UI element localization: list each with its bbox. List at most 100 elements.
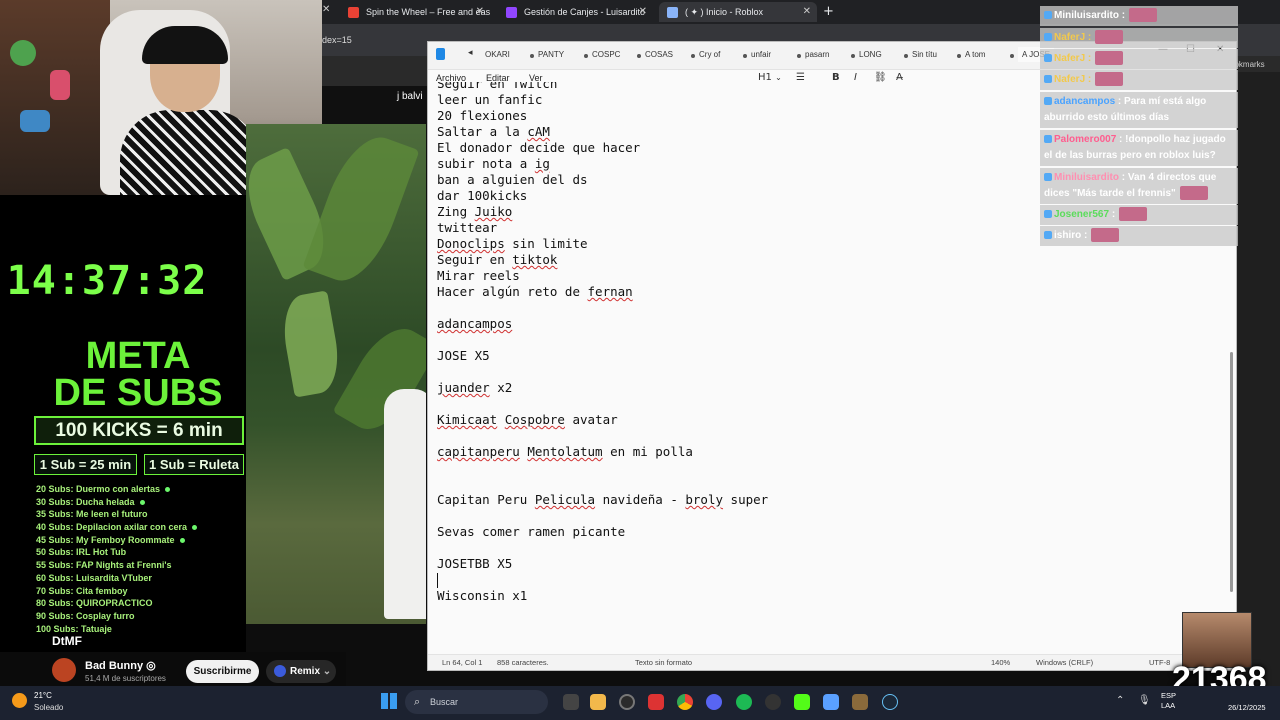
package-icon[interactable]: [852, 694, 868, 710]
text-line: Sevas comer ramen picante: [437, 524, 1227, 540]
app-icon[interactable]: [765, 694, 781, 710]
video-player[interactable]: [246, 124, 426, 624]
misspelled-word: capitanperu: [437, 444, 520, 459]
text-segment: JOSETBB X5: [437, 556, 513, 571]
line-ending[interactable]: Windows (CRLF): [1036, 658, 1093, 667]
new-tab-button[interactable]: +: [823, 4, 834, 19]
scroll-tabs-left-icon[interactable]: ◂: [468, 48, 473, 58]
misspelled-word: tiktok: [512, 252, 558, 267]
close-icon[interactable]: ✕: [639, 2, 647, 22]
sub-goal-text: 100 Subs: Tatuaje: [36, 623, 112, 634]
text-format[interactable]: Texto sin formato: [635, 658, 692, 667]
browser-tab-roblox[interactable]: ( ✦ ) Inicio - Roblox ✕: [659, 2, 817, 22]
toy-figure: [10, 40, 36, 66]
chat-username[interactable]: ishiro :: [1054, 230, 1087, 241]
channel-name[interactable]: Bad Bunny ◎: [85, 659, 156, 672]
misspelled-word: adancampos: [437, 316, 513, 331]
unsaved-dot-icon: [904, 54, 908, 58]
close-icon[interactable]: ✕: [803, 2, 811, 22]
text-line: juander x2: [437, 380, 1227, 396]
microphone-icon[interactable]: 🎙: [1138, 695, 1151, 706]
text-line: JOSE X5: [437, 348, 1227, 364]
notepad-tab[interactable]: PANTY: [538, 50, 564, 59]
notepad-tab[interactable]: unfair: [751, 50, 771, 59]
chat-username[interactable]: Miniluisardito :: [1054, 10, 1125, 21]
notepad-tab[interactable]: OKARI: [485, 50, 510, 59]
remix-label: Remix: [290, 666, 321, 677]
vertical-scrollbar[interactable]: [1230, 352, 1233, 592]
channel-subscriber-count: 51,4 M de suscriptores: [85, 674, 166, 683]
app-icon[interactable]: [648, 694, 664, 710]
browser-page-edge: [1237, 56, 1280, 686]
misspelled-word: broly: [685, 492, 724, 507]
notepad-icon[interactable]: [823, 694, 839, 710]
emote-icon: [1095, 72, 1124, 87]
sun-icon[interactable]: [12, 693, 27, 708]
chat-message: NaferJ :: [1040, 28, 1238, 48]
streamer: [120, 26, 260, 195]
windows-start-icon[interactable]: [381, 693, 397, 709]
obs-icon[interactable]: [619, 694, 635, 710]
encoding[interactable]: UTF-8: [1149, 658, 1170, 667]
language-code: ESP: [1161, 691, 1177, 700]
zoom-level[interactable]: 140%: [991, 658, 1010, 667]
spotify-icon[interactable]: [736, 694, 752, 710]
sub-goal-text: 45 Subs: My Femboy Roommate: [36, 534, 175, 545]
taskbar-search-placeholder[interactable]: Buscar: [430, 697, 458, 707]
weather-temperature[interactable]: 21°C: [34, 691, 52, 700]
goal-completed-icon: [139, 499, 145, 505]
discord-icon[interactable]: [706, 694, 722, 710]
url-text[interactable]: dex=15: [322, 35, 352, 45]
text-line: [437, 572, 1227, 588]
chrome-icon[interactable]: [677, 694, 693, 710]
language-indicator[interactable]: ESP LAA: [1161, 691, 1176, 711]
notepad-tab[interactable]: Cry of: [699, 50, 720, 59]
weather-condition[interactable]: Soleado: [34, 703, 63, 712]
chat-username[interactable]: NaferJ :: [1054, 32, 1091, 43]
steam-icon[interactable]: [882, 694, 898, 710]
windows-taskbar: [0, 686, 1280, 720]
chat-username[interactable]: Josener567: [1054, 209, 1109, 220]
chevron-up-icon[interactable]: ⌃: [1116, 695, 1124, 706]
chat-message: Josener567 :: [1040, 205, 1238, 225]
channel-avatar[interactable]: [52, 658, 76, 682]
task-view-icon[interactable]: [563, 694, 579, 710]
notepad-tab[interactable]: COSPC: [592, 50, 620, 59]
chat-username[interactable]: NaferJ :: [1054, 74, 1091, 85]
chat-username[interactable]: Palomero007: [1054, 134, 1116, 145]
file-explorer-icon[interactable]: [590, 694, 606, 710]
notepad-tab[interactable]: Sin títu: [912, 50, 937, 59]
subscribe-button[interactable]: Suscribirme: [186, 660, 259, 683]
text-line: [437, 364, 1227, 380]
taskbar-date[interactable]: 26/12/2025: [1228, 703, 1266, 712]
kick-favicon: [506, 7, 517, 18]
badge-icon: [1044, 210, 1052, 219]
misspelled-word: Donoclips: [437, 236, 505, 251]
text-segment: dar 100kicks: [437, 188, 528, 203]
chat-message: NaferJ :: [1040, 49, 1238, 69]
taskbar-search-box[interactable]: [405, 690, 548, 714]
notepad-tab[interactable]: COSAS: [645, 50, 673, 59]
notepad-tab[interactable]: A tom: [965, 50, 985, 59]
text-line: Wisconsin x1: [437, 588, 1227, 604]
banana-leaf: [277, 290, 345, 398]
emote-icon: [1091, 228, 1120, 243]
text-line: Hacer algún reto de fernan: [437, 284, 1227, 300]
close-icon[interactable]: ✕: [322, 4, 330, 15]
chat-username[interactable]: adancampos: [1054, 96, 1115, 107]
notepad-tab[interactable]: pasarn: [805, 50, 829, 59]
text-segment: Saltar a la: [437, 124, 528, 139]
sub-goal-text: 35 Subs: Me leen el futuro: [36, 509, 148, 520]
sub-goal-item: 55 Subs: FAP Nights at Frenni's: [36, 559, 246, 572]
chat-username[interactable]: NaferJ :: [1054, 53, 1091, 64]
toy-figure: [50, 70, 70, 100]
browser-tab-gestion-canjes[interactable]: Gestión de Canjes - Luisardito ✕: [498, 2, 653, 22]
notepad-tab[interactable]: LONG: [859, 50, 882, 59]
remix-button[interactable]: Remix ⌄: [266, 660, 336, 683]
close-icon[interactable]: ✕: [476, 2, 484, 22]
chat-username[interactable]: Miniluisardito: [1054, 172, 1119, 183]
kick-icon[interactable]: [794, 694, 810, 710]
badge-icon: [1044, 173, 1052, 182]
browser-tab-spin-wheel[interactable]: Spin the Wheel – Free and easy ✕: [340, 2, 490, 22]
chevron-down-icon: ⌄: [775, 73, 782, 82]
